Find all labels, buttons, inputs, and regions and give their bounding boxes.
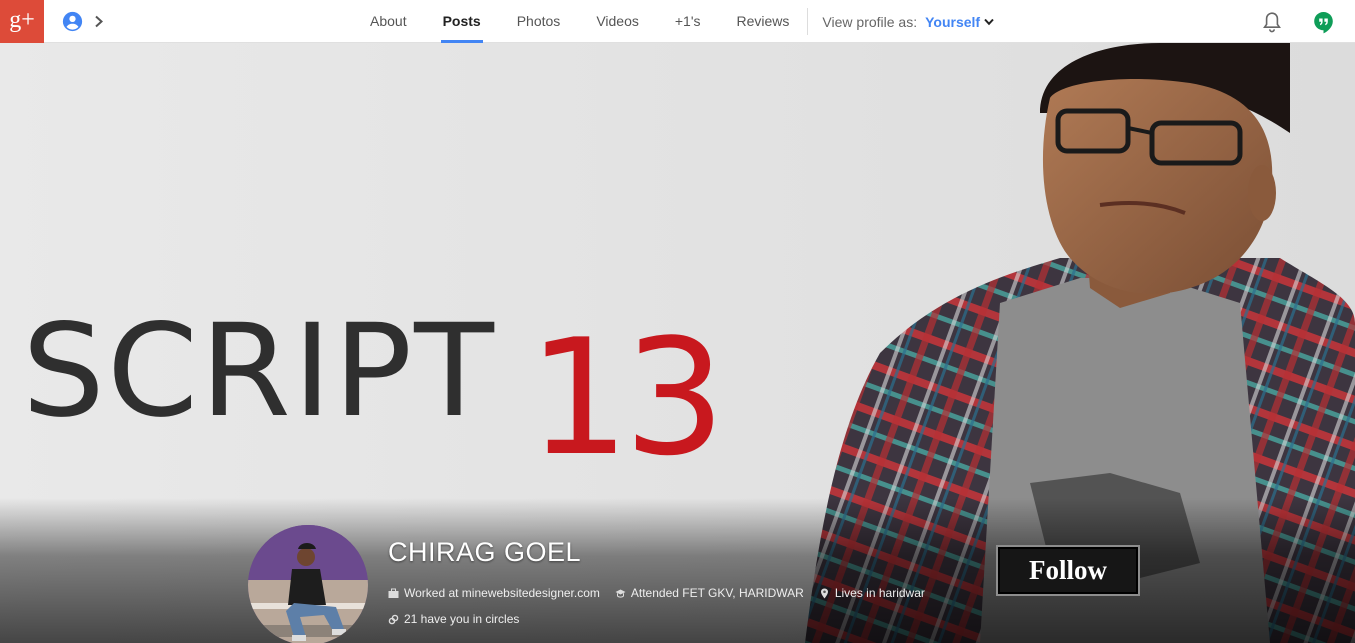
location-text: Lives in haridwar — [834, 586, 925, 600]
avatar[interactable] — [248, 525, 368, 643]
top-bar: g+ About Posts Photos Videos +1's Review… — [0, 0, 1355, 43]
profile-name: CHIRAG GOEL — [388, 537, 582, 567]
profile-facts: Worked at minewebsitedesigner.com Attend… — [388, 586, 940, 600]
chevron-right-icon[interactable] — [93, 14, 105, 29]
education-text: Attended FET GKV, HARIDWAR — [630, 586, 804, 600]
location-pin-icon — [820, 588, 828, 598]
google-plus-logo[interactable]: g+ — [0, 0, 44, 43]
tab-videos[interactable]: Videos — [578, 0, 657, 43]
work-text: Worked at minewebsitedesigner.com — [404, 586, 600, 600]
cover-gradient-overlay — [0, 498, 1355, 643]
location-fact: Lives in haridwar — [819, 586, 925, 600]
graduation-cap-icon — [615, 589, 626, 598]
chevron-down-icon[interactable] — [984, 18, 994, 26]
circles-text: 21 have you in circles — [404, 612, 520, 626]
tab-about[interactable]: About — [352, 0, 425, 43]
tab-photos[interactable]: Photos — [499, 0, 579, 43]
tab-plus-ones[interactable]: +1's — [657, 0, 719, 43]
profile-nav: About Posts Photos Videos +1's Reviews V… — [352, 0, 994, 43]
cover-logo-number: 13 — [528, 304, 726, 491]
view-as-label: View profile as: — [822, 13, 918, 30]
briefcase-icon — [388, 588, 399, 598]
link-icon — [388, 614, 399, 624]
tab-posts[interactable]: Posts — [425, 0, 499, 43]
cover-photo: SCRIPT 13 CHIRAG GOEL Worked at minewebs… — [0, 43, 1355, 643]
circles-count[interactable]: 21 have you in circles — [388, 612, 519, 626]
hangouts-icon[interactable] — [1313, 11, 1334, 34]
view-profile-as[interactable]: View profile as: Yourself — [816, 0, 994, 43]
view-as-value[interactable]: Yourself — [925, 14, 980, 30]
education-fact: Attended FET GKV, HARIDWAR — [615, 586, 804, 600]
avatar-photo — [248, 525, 368, 643]
account-circle-icon[interactable] — [62, 11, 83, 32]
cover-logo-word: SCRIPT — [22, 297, 496, 446]
tab-reviews[interactable]: Reviews — [719, 0, 808, 43]
work-fact: Worked at minewebsitedesigner.com — [388, 586, 600, 600]
bell-icon[interactable] — [1262, 11, 1282, 33]
nav-divider — [807, 8, 809, 35]
follow-button[interactable]: Follow — [996, 545, 1140, 596]
